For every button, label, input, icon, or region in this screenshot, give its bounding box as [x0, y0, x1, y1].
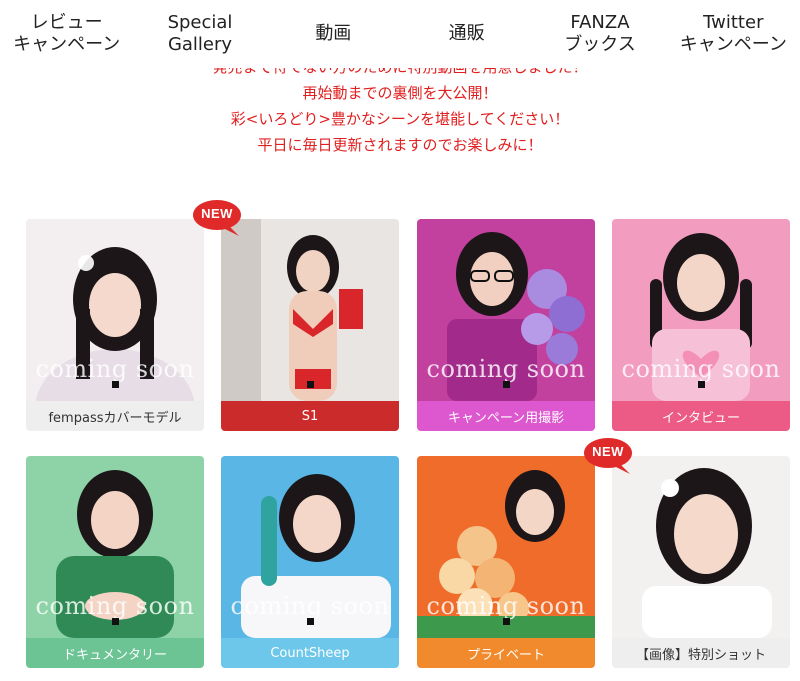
card-photo — [612, 456, 790, 638]
nav-label: 通販 — [448, 23, 485, 44]
portrait-image — [612, 456, 790, 638]
coming-soon-overlay: coming soon — [230, 592, 390, 620]
new-badge-text: NEW — [592, 444, 624, 459]
card-photo: coming soon — [26, 219, 204, 401]
nav-shop[interactable]: 通販 — [400, 0, 533, 68]
card-label: CountSheep — [221, 638, 399, 668]
coming-soon-overlay: coming soon — [426, 592, 586, 620]
play-dot — [503, 381, 510, 388]
card-label: プライベート — [417, 638, 595, 668]
nav-fanza-books[interactable]: FANZA ブックス — [533, 0, 666, 68]
play-dot — [503, 618, 510, 625]
card-label: ドキュメンタリー — [26, 638, 204, 668]
nav-label: キャンペーン — [679, 34, 787, 55]
nav-label: Special — [167, 12, 233, 33]
coming-soon-overlay: coming soon — [35, 592, 195, 620]
portrait-image — [221, 219, 399, 401]
play-dot — [112, 618, 119, 625]
card-special-shot[interactable]: 【画像】特別ショット — [612, 456, 790, 668]
coming-soon-overlay: coming soon — [621, 355, 781, 383]
card-photo: coming soon — [221, 456, 399, 638]
coming-soon-overlay: coming soon — [426, 355, 586, 383]
new-badge-text: NEW — [201, 206, 233, 221]
card-countsheep[interactable]: coming soon CountSheep — [221, 456, 399, 668]
card-fempass-cover-model[interactable]: coming soon fempassカバーモデル — [26, 219, 204, 431]
intro-line: 彩<いろどり>豊かなシーンを堪能してください！ — [230, 110, 570, 128]
card-photo — [221, 219, 399, 401]
intro-line: 再始動までの裏側を大公開！ — [302, 84, 498, 102]
card-label: インタビュー — [612, 401, 790, 431]
card-campaign-shoot[interactable]: coming soon キャンペーン用撮影 — [417, 219, 595, 431]
top-nav: レビュー キャンペーン Special Gallery 動画 通販 FANZA … — [0, 0, 800, 68]
card-label: 【画像】特別ショット — [612, 638, 790, 668]
intro-line: 平日に毎日更新されますのでお楽しみに！ — [257, 136, 543, 154]
card-photo: coming soon — [417, 456, 595, 638]
play-dot — [698, 381, 705, 388]
card-interview[interactable]: coming soon インタビュー — [612, 219, 790, 431]
card-photo: coming soon — [417, 219, 595, 401]
card-label: キャンペーン用撮影 — [417, 401, 595, 431]
nav-label: Twitter — [703, 12, 764, 33]
nav-special-gallery[interactable]: Special Gallery — [133, 0, 266, 68]
card-private[interactable]: coming soon プライベート — [417, 456, 595, 668]
new-badge: NEW — [584, 438, 634, 474]
nav-twitter-campaign[interactable]: Twitter キャンペーン — [667, 0, 800, 68]
card-photo: coming soon — [26, 456, 204, 638]
nav-review-campaign[interactable]: レビュー キャンペーン — [0, 0, 133, 68]
card-s1[interactable]: S1 — [221, 219, 399, 431]
play-dot — [307, 381, 314, 388]
play-dot — [112, 381, 119, 388]
play-dot — [307, 618, 314, 625]
nav-label: FANZA — [570, 12, 630, 33]
nav-label: レビュー — [30, 12, 103, 33]
nav-label: 動画 — [315, 23, 352, 44]
card-label: S1 — [221, 401, 399, 431]
card-label: fempassカバーモデル — [26, 401, 204, 431]
nav-video[interactable]: 動画 — [267, 0, 400, 68]
nav-label: キャンペーン — [13, 34, 121, 55]
nav-label: Gallery — [167, 34, 233, 55]
intro-message: 発売まで待てない方のために特別動画を用意しました！ 再始動までの裏側を大公開！ … — [0, 68, 800, 178]
intro-line: 発売まで待てない方のために特別動画を用意しました！ — [0, 68, 800, 80]
card-documentary[interactable]: coming soon ドキュメンタリー — [26, 456, 204, 668]
new-badge: NEW — [193, 200, 243, 236]
card-photo: coming soon — [612, 219, 790, 401]
nav-label: ブックス — [564, 34, 636, 55]
coming-soon-overlay: coming soon — [35, 355, 195, 383]
